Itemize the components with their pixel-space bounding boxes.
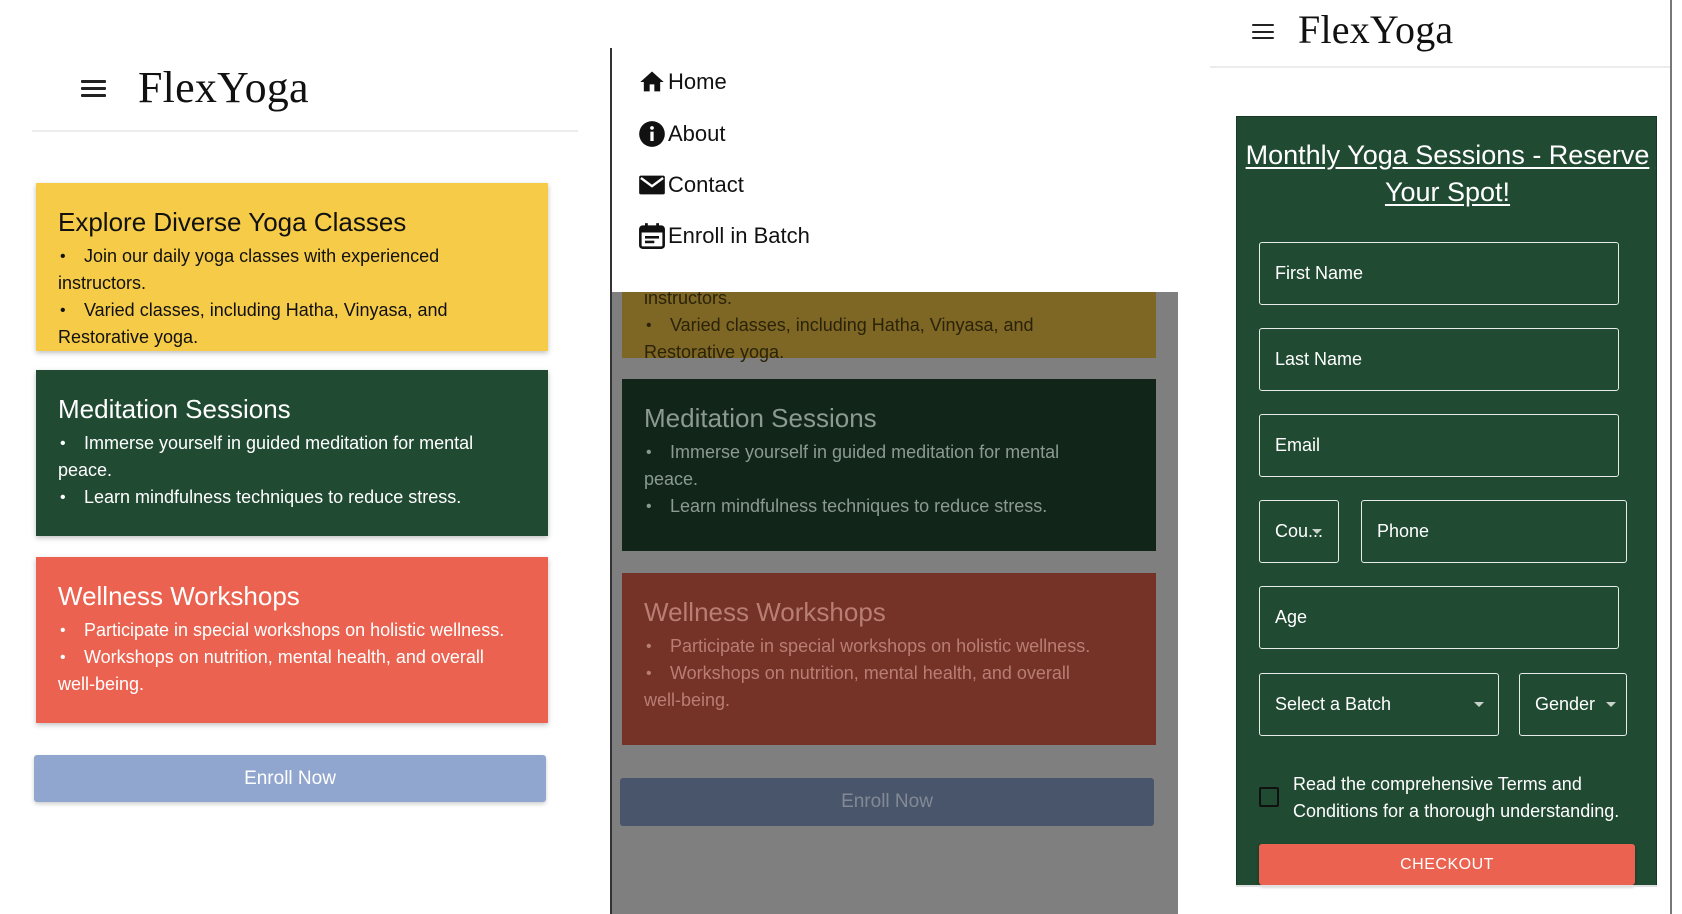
gender-select[interactable]: Gender (1519, 673, 1627, 736)
info-icon (639, 121, 665, 147)
menu-icon[interactable] (1252, 24, 1274, 39)
list-item: Varied classes, including Hatha, Vinyasa… (644, 312, 1136, 366)
nav-item-home[interactable]: Home (638, 68, 727, 96)
country-code-select[interactable]: Cou... (1259, 500, 1339, 563)
enroll-form: Monthly Yoga Sessions - Reserve Your Spo… (1236, 116, 1657, 886)
nav-item-contact[interactable]: Contact (638, 171, 744, 199)
app-header: FlexYoga (32, 46, 578, 132)
divider (1236, 885, 1657, 887)
logo[interactable]: FlexYoga (138, 62, 309, 113)
logo[interactable]: FlexYoga (1298, 6, 1453, 53)
card-title: Explore Diverse Yoga Classes (58, 207, 407, 237)
drawer-screen: Explore Diverse Yoga Classes Join our da… (610, 48, 1178, 914)
nav-label: Enroll in Batch (668, 223, 810, 248)
app-header: FlexYoga (1210, 0, 1672, 68)
chevron-down-icon (1606, 702, 1616, 707)
nav-label: Contact (668, 172, 744, 197)
list-item: Immerse yourself in guided meditation fo… (58, 430, 528, 484)
nav-item-about[interactable]: About (638, 120, 726, 148)
enroll-now-button: Enroll Now (620, 778, 1154, 826)
list-item: Workshops on nutrition, mental health, a… (644, 660, 1136, 714)
home-icon (640, 71, 664, 92)
email-field[interactable]: Email (1259, 414, 1619, 477)
list-item: Immerse yourself in guided meditation fo… (644, 439, 1136, 493)
enroll-now-button[interactable]: Enroll Now (34, 755, 546, 802)
list-item: Participate in special workshops on holi… (644, 633, 1136, 660)
nav-drawer: Home About Contact Enroll in Batch (612, 48, 1178, 292)
divider (610, 48, 612, 914)
card-title: Meditation Sessions (644, 403, 877, 433)
mail-icon (639, 175, 665, 195)
terms-checkbox-row: Read the comprehensive Terms and Conditi… (1259, 771, 1649, 825)
first-name-field[interactable]: First Name (1259, 242, 1619, 305)
list-item: Learn mindfulness techniques to reduce s… (58, 484, 528, 511)
nav-item-enroll[interactable]: Enroll in Batch (638, 222, 810, 250)
form-title[interactable]: Monthly Yoga Sessions - Reserve Your Spo… (1237, 137, 1658, 211)
list-item: Workshops on nutrition, mental health, a… (58, 644, 528, 698)
checkbox-icon[interactable] (1259, 787, 1279, 807)
menu-icon[interactable] (81, 80, 106, 97)
checkout-button[interactable]: CHECKOUT (1259, 844, 1635, 885)
card-wellness: Wellness Workshops Participate in specia… (36, 557, 548, 723)
list-item: Participate in special workshops on holi… (58, 617, 528, 644)
nav-label: Home (668, 69, 727, 94)
list-item: Learn mindfulness techniques to reduce s… (644, 493, 1136, 520)
home-screen: FlexYoga Explore Diverse Yoga Classes Jo… (0, 0, 578, 914)
card-yoga-classes: Explore Diverse Yoga Classes Join our da… (36, 183, 548, 351)
nav-label: About (668, 121, 726, 146)
card-wellness: Wellness Workshops Participate in specia… (622, 573, 1156, 745)
chevron-down-icon (1312, 529, 1322, 534)
batch-select[interactable]: Select a Batch (1259, 673, 1499, 736)
chevron-down-icon (1474, 702, 1484, 707)
list-item: Join our daily yoga classes with experie… (58, 243, 528, 297)
enroll-screen: FlexYoga Monthly Yoga Sessions - Reserve… (1210, 0, 1682, 914)
card-title: Wellness Workshops (644, 597, 886, 627)
list-item: Varied classes, including Hatha, Vinyasa… (58, 297, 528, 351)
calendar-icon (639, 223, 665, 249)
card-title: Meditation Sessions (58, 394, 291, 424)
phone-field[interactable]: Phone (1361, 500, 1627, 563)
card-meditation: Meditation Sessions Immerse yourself in … (622, 379, 1156, 551)
last-name-field[interactable]: Last Name (1259, 328, 1619, 391)
card-meditation: Meditation Sessions Immerse yourself in … (36, 370, 548, 536)
age-field[interactable]: Age (1259, 586, 1619, 649)
divider (1670, 0, 1672, 914)
card-title: Wellness Workshops (58, 581, 300, 611)
terms-label: Read the comprehensive Terms and Conditi… (1293, 774, 1620, 821)
